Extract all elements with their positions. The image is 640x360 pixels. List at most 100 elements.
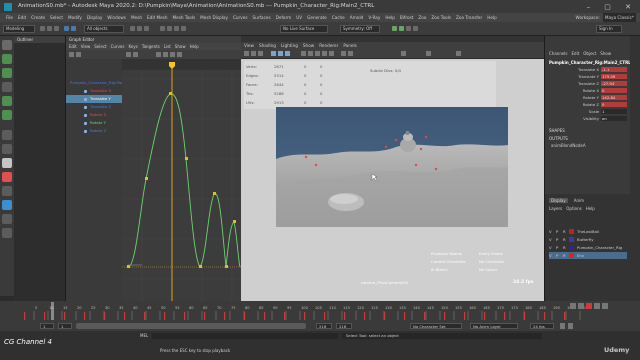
command-input[interactable] [152, 333, 338, 339]
layout-outliner-icon[interactable] [2, 186, 12, 196]
lasso-tool-icon[interactable] [2, 54, 12, 64]
current-time-indicator[interactable] [51, 302, 54, 320]
stepped-tangent-icon[interactable] [177, 52, 182, 57]
layer-reference-toggle[interactable]: R [563, 236, 566, 243]
cb-menu-edit[interactable]: Edit [572, 51, 580, 56]
vp-menu-show[interactable]: Show [303, 42, 314, 49]
resolution-gate-icon[interactable] [285, 51, 290, 56]
layer-playback-toggle[interactable]: P [556, 252, 558, 259]
layout-graph-icon[interactable] [2, 172, 12, 182]
move-key-icon[interactable] [69, 52, 74, 57]
ge-menu-view[interactable]: View [81, 43, 91, 50]
range-slider-bar[interactable] [76, 323, 306, 329]
flat-tangent-icon[interactable] [170, 52, 175, 57]
list-item-rig[interactable]: Pumpkin_Character_Rig:Main2_CTRL [66, 79, 139, 87]
undo-icon[interactable] [64, 26, 69, 31]
grid-icon[interactable] [271, 51, 276, 56]
stop-button[interactable] [586, 303, 592, 309]
time-ruler[interactable]: 5101520253035404550556065707580859095100… [14, 301, 614, 321]
animation-start-field[interactable]: 1 [40, 323, 54, 329]
layout-hypershade-icon[interactable] [2, 200, 12, 210]
layer-menu-options[interactable]: Options [566, 206, 581, 211]
menu-generate[interactable]: Generate [307, 13, 327, 22]
channel-row-visibility[interactable]: Visibility on [549, 116, 627, 122]
channel-value[interactable]: 175.09 [601, 74, 627, 79]
channel-row-rotate-z[interactable]: Rotate Z 0 [549, 102, 627, 108]
select-tool-icon[interactable] [2, 40, 12, 50]
layer-row[interactable]: V P R Pumpkin_Character_Rig [549, 244, 627, 251]
layer-name[interactable]: Butterfly [577, 236, 594, 243]
ge-menu-list[interactable]: List [164, 43, 171, 50]
tab-anim-layers[interactable]: Anim [574, 198, 584, 203]
ge-menu-edit[interactable]: Edit [69, 43, 77, 50]
textured-icon[interactable] [315, 51, 320, 56]
isolate-icon[interactable] [348, 51, 353, 56]
channel-row-scale[interactable]: Scale 1 [549, 109, 627, 115]
channel-value[interactable]: -1.1 [601, 67, 627, 72]
go-to-start-button[interactable] [570, 303, 576, 309]
ge-menu-tangents[interactable]: Tangents [142, 43, 160, 50]
render-icon[interactable] [392, 26, 397, 31]
select-by-component-icon[interactable] [144, 26, 149, 31]
menu-zoo-tools[interactable]: Zoo Tools [431, 13, 451, 22]
menu-display[interactable]: Display [87, 13, 102, 22]
layer-visible-toggle[interactable]: V [549, 252, 552, 259]
channel-value[interactable]: -27.94 [601, 81, 627, 86]
step-forward-button[interactable] [594, 303, 600, 309]
channel-value[interactable]: 1 [601, 109, 627, 114]
viewport-scene[interactable]: Verts: 2671 0 0 Edges: 5314 0 0 Faces: 2… [241, 59, 544, 301]
open-scene-icon[interactable] [47, 26, 52, 31]
menu-edit-mesh[interactable]: Edit Mesh [147, 13, 167, 22]
preferences-icon[interactable] [568, 323, 573, 329]
menu-zoo[interactable]: Zoo [418, 13, 426, 22]
wireframe-icon[interactable] [301, 51, 306, 56]
layout-uv-icon[interactable] [2, 214, 12, 224]
channel-row-translate-x[interactable]: Translate X -1.1 [549, 67, 627, 73]
camera-attributes-icon[interactable] [251, 51, 256, 56]
camera-select-icon[interactable] [244, 51, 249, 56]
workspace-selector[interactable]: Workspace: Maya Classic* [576, 13, 640, 22]
select-by-hierarchy-icon[interactable] [130, 26, 135, 31]
layer-name[interactable]: Pumpkin_Character_Rig [577, 244, 622, 251]
layer-row[interactable]: V P R TheLastBall [549, 228, 627, 235]
ipr-render-icon[interactable] [399, 26, 404, 31]
menu-modify[interactable]: Modify [68, 13, 82, 22]
menu-surfaces[interactable]: Surfaces [253, 13, 271, 22]
menu-help-2[interactable]: Help [487, 13, 497, 22]
channel-row-rotate-x[interactable]: Rotate X 0 [549, 88, 627, 94]
animation-end-field[interactable]: 216 [336, 323, 352, 329]
layer-color-swatch[interactable] [569, 237, 574, 242]
menu-curves[interactable]: Curves [233, 13, 248, 22]
step-back-button[interactable] [578, 303, 584, 309]
menu-mesh-display[interactable]: Mesh Display [200, 13, 228, 22]
channel-row-translate-y[interactable]: Translate Y 175.09 [549, 74, 627, 80]
live-surface-field[interactable]: No Live Surface [280, 25, 328, 33]
list-item-rotate-z[interactable]: Rotate Z [66, 127, 122, 135]
output-item[interactable]: animBlendNodeA [551, 143, 586, 148]
layer-visible-toggle[interactable]: V [549, 244, 552, 251]
channel-value[interactable]: 0 [601, 88, 627, 93]
layout-script-icon[interactable] [2, 228, 12, 238]
auto-key-icon[interactable] [560, 323, 565, 329]
channel-value[interactable]: on [601, 116, 627, 121]
channel-value[interactable]: 142.84 [601, 95, 627, 100]
fps-dropdown[interactable]: 24 fps [530, 323, 554, 329]
attribute-editor-tabs[interactable] [630, 36, 640, 301]
ge-menu-select[interactable]: Select [94, 43, 106, 50]
layer-row[interactable]: V P R Butterfly [549, 236, 627, 243]
vp-menu-view[interactable]: View [244, 42, 254, 49]
vp-menu-renderer[interactable]: Renderer [319, 42, 338, 49]
rotate-tool-icon[interactable] [2, 96, 12, 106]
cb-menu-show[interactable]: Show [600, 51, 611, 56]
select-by-object-icon[interactable] [137, 26, 142, 31]
hypershade-icon[interactable] [413, 26, 418, 31]
layer-reference-toggle[interactable]: R [563, 244, 566, 251]
list-item-rotate-x[interactable]: Rotate X [66, 111, 122, 119]
ge-menu-keys[interactable]: Keys [128, 43, 137, 50]
cb-menu-channels[interactable]: Channels [549, 51, 568, 56]
smooth-shade-icon[interactable] [308, 51, 313, 56]
gamma-icon[interactable] [426, 51, 431, 56]
menu-create[interactable]: Create [31, 13, 45, 22]
list-item-translate-x[interactable]: Translate X [66, 87, 122, 95]
save-scene-icon[interactable] [54, 26, 59, 31]
